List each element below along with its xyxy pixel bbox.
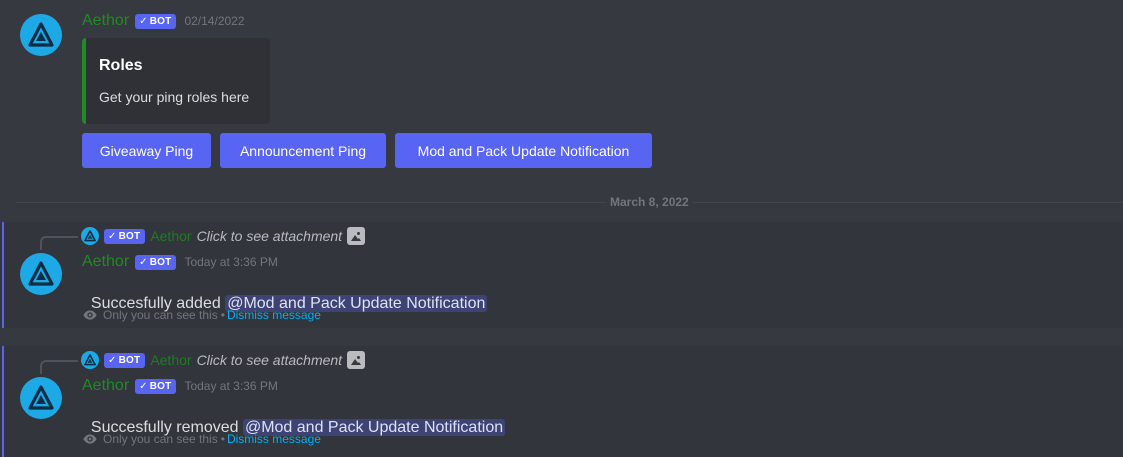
bot-tag: ✓ BOT [135, 378, 177, 394]
bot-tag-label: BOT [149, 15, 172, 27]
embed-title: Roles [99, 57, 143, 74]
message-header: Aethor ✓ BOT Today at 3:36 PM [82, 377, 278, 395]
message-header: Aethor ✓ BOT Today at 3:36 PM [82, 253, 278, 271]
bot-tag: ✓ BOT [104, 228, 146, 244]
reply-author-name[interactable]: Aethor [150, 228, 191, 244]
timestamp[interactable]: Today at 3:36 PM [184, 379, 277, 393]
reply-author-name[interactable]: Aethor [150, 352, 191, 368]
bot-tag: ✓ BOT [104, 352, 146, 368]
aethor-avatar-icon [28, 261, 54, 286]
only-you-text: Only you can see this [103, 308, 218, 322]
bot-tag-label: BOT [118, 230, 141, 242]
aethor-avatar-icon [28, 22, 54, 47]
bullet: • [220, 308, 225, 322]
eye-icon [83, 434, 97, 444]
date-divider: March 8, 2022 [606, 195, 693, 209]
bot-tag-label: BOT [118, 354, 141, 366]
bot-tag-label: BOT [149, 256, 172, 268]
check-icon: ✓ [139, 15, 148, 27]
author-avatar[interactable] [20, 377, 62, 419]
ephemeral-notice: Only you can see this • Dismiss message [82, 431, 321, 447]
bot-tag: ✓ BOT [135, 13, 177, 29]
author-name[interactable]: Aethor [82, 253, 129, 271]
ephemeral-accent-bar [2, 222, 4, 328]
check-icon: ✓ [108, 230, 117, 242]
aethor-avatar-icon [84, 354, 96, 366]
aethor-avatar-icon [84, 230, 96, 242]
message-header: Aethor ✓ BOT 02/14/2022 [82, 12, 245, 30]
author-name[interactable]: Aethor [82, 377, 129, 395]
aethor-avatar-icon [28, 385, 54, 410]
ephemeral-accent-bar [2, 346, 4, 457]
roles-embed: Roles Get your ping roles here [82, 38, 270, 124]
author-avatar[interactable] [20, 253, 62, 295]
embed-description: Get your ping roles here [99, 89, 250, 105]
eye-icon [83, 310, 97, 320]
giveaway-ping-button[interactable]: Giveaway Ping [82, 133, 211, 168]
reply-preview[interactable]: ✓ BOT Aethor Click to see attachment [81, 227, 366, 245]
dismiss-message-link[interactable]: Dismiss message [227, 308, 321, 322]
ephemeral-notice: Only you can see this • Dismiss message [82, 307, 321, 323]
dismiss-message-link[interactable]: Dismiss message [227, 432, 321, 446]
reply-connector [40, 360, 78, 374]
image-icon [347, 351, 366, 369]
timestamp[interactable]: 02/14/2022 [184, 14, 244, 28]
reply-text[interactable]: Click to see attachment [197, 228, 343, 244]
announcement-ping-button[interactable]: Announcement Ping [220, 133, 386, 168]
check-icon: ✓ [139, 256, 148, 268]
only-you-text: Only you can see this [103, 432, 218, 446]
bullet: • [220, 432, 225, 446]
check-icon: ✓ [108, 354, 117, 366]
bot-tag-label: BOT [149, 380, 172, 392]
timestamp[interactable]: Today at 3:36 PM [184, 255, 277, 269]
image-icon [347, 227, 366, 245]
reply-avatar [81, 351, 99, 369]
bot-tag: ✓ BOT [135, 254, 177, 270]
author-name[interactable]: Aethor [82, 12, 129, 30]
date-divider-line [16, 202, 1123, 203]
reply-preview[interactable]: ✓ BOT Aethor Click to see attachment [81, 351, 366, 369]
reply-avatar [81, 227, 99, 245]
reply-connector [40, 236, 78, 250]
author-avatar[interactable] [20, 14, 62, 56]
mod-pack-update-button[interactable]: Mod and Pack Update Notification [395, 133, 652, 168]
reply-text[interactable]: Click to see attachment [197, 352, 343, 368]
check-icon: ✓ [139, 380, 148, 392]
